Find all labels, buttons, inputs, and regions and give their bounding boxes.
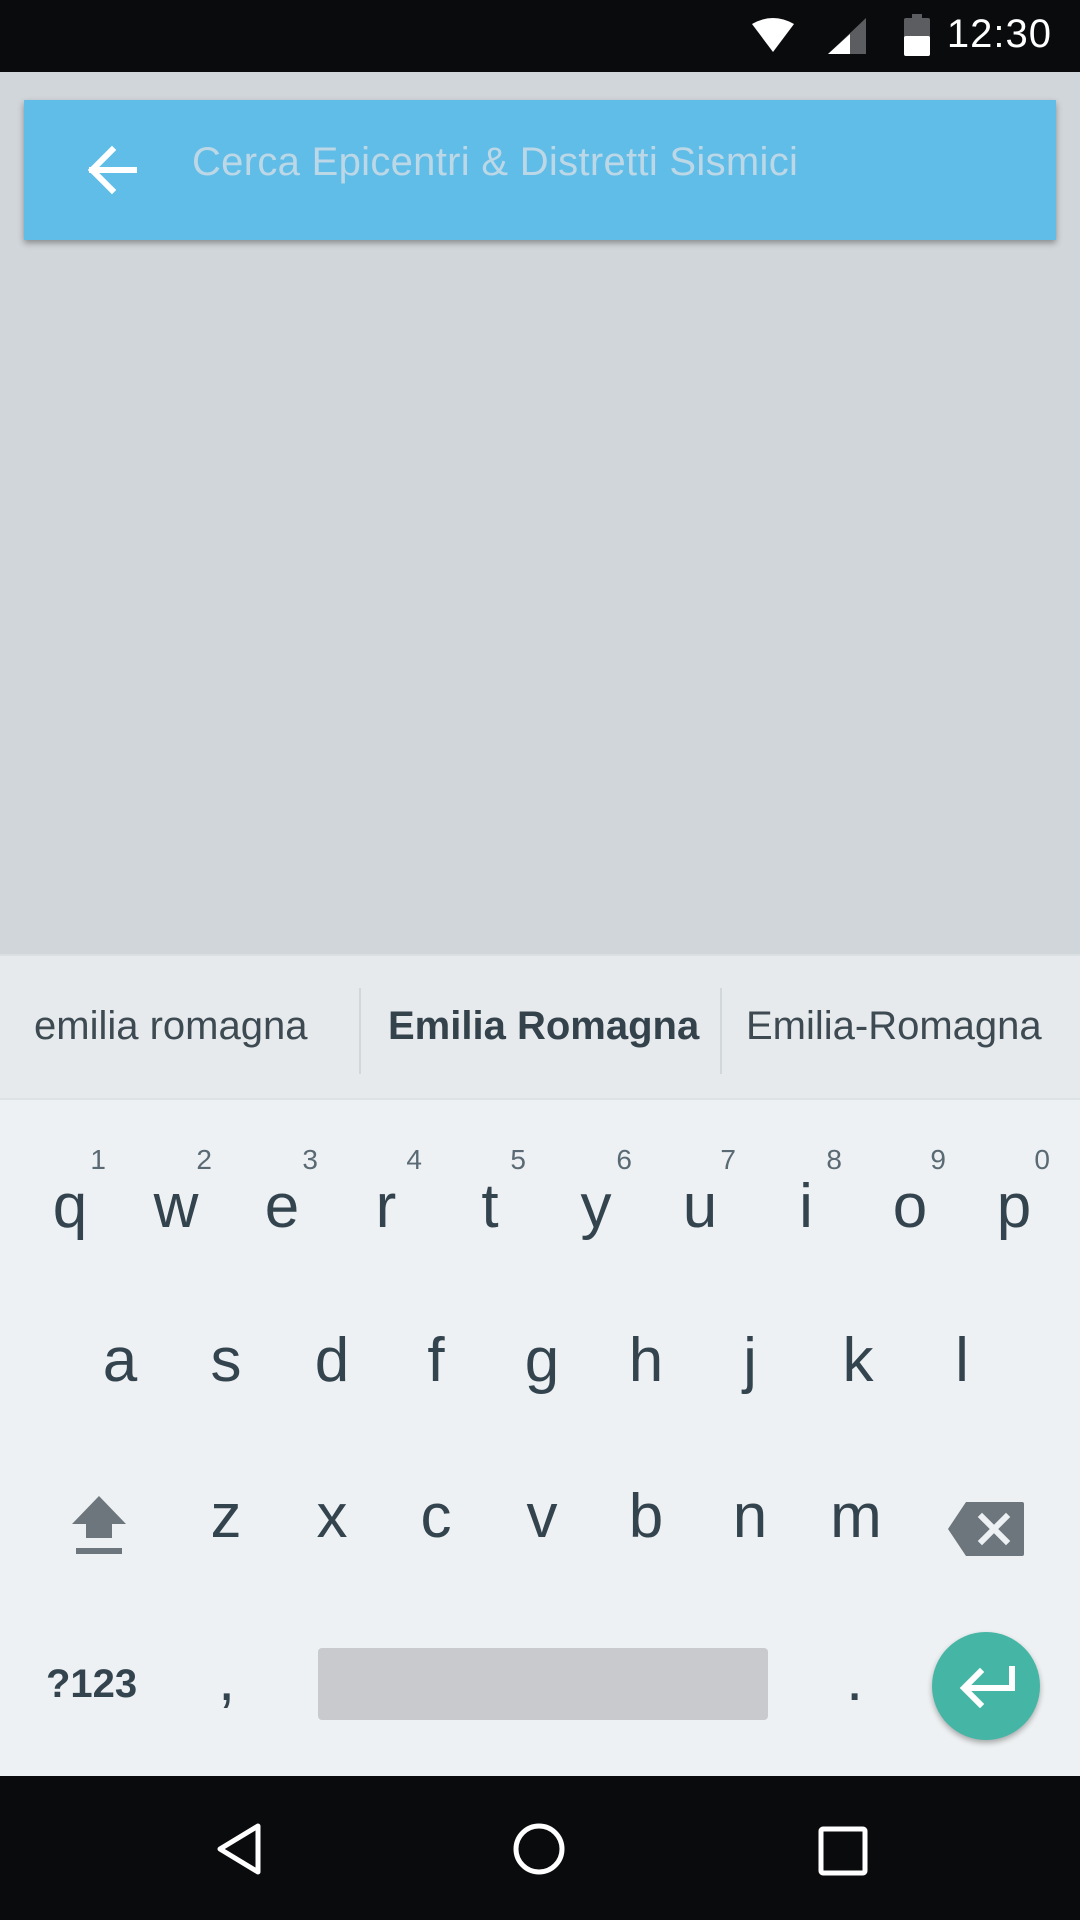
- divider: [720, 988, 722, 1074]
- soft-keyboard: emilia romagna Emilia Romagna Emilia-Rom…: [0, 954, 1080, 1776]
- key-b[interactable]: b: [596, 1464, 696, 1584]
- key-e[interactable]: 3 e: [232, 1146, 332, 1274]
- key-label: i: [799, 1172, 813, 1241]
- search-input[interactable]: Cerca Epicentri & Distretti Sismici: [192, 140, 798, 185]
- key-label: r: [375, 1172, 397, 1241]
- key-label: j: [743, 1326, 757, 1395]
- key-label: d: [314, 1326, 350, 1395]
- shift-icon[interactable]: [70, 1494, 128, 1556]
- key-l[interactable]: l: [912, 1308, 1012, 1428]
- space-bar[interactable]: [318, 1648, 768, 1720]
- key-g[interactable]: g: [492, 1308, 592, 1428]
- key-label: n: [732, 1482, 768, 1551]
- wifi-icon: [752, 18, 794, 52]
- recents-square-icon[interactable]: [818, 1826, 868, 1876]
- key-w[interactable]: 2 w: [126, 1146, 226, 1274]
- key-z[interactable]: z: [176, 1464, 276, 1584]
- key-v[interactable]: v: [492, 1464, 592, 1584]
- key-c[interactable]: c: [386, 1464, 486, 1584]
- key-label: y: [580, 1172, 612, 1241]
- enter-button[interactable]: [932, 1632, 1040, 1740]
- search-bar: Cerca Epicentri & Distretti Sismici: [24, 100, 1056, 240]
- symbols-key[interactable]: ?123: [46, 1662, 137, 1707]
- key-label: s: [210, 1326, 242, 1395]
- key-q[interactable]: 1 q: [20, 1146, 120, 1274]
- arrow-back-icon[interactable]: [82, 140, 142, 200]
- key-label: q: [52, 1172, 88, 1241]
- key-o[interactable]: 9 o: [860, 1146, 960, 1274]
- comma-key[interactable]: ,: [218, 1644, 235, 1715]
- key-a[interactable]: a: [70, 1308, 170, 1428]
- key-x[interactable]: x: [282, 1464, 382, 1584]
- key-label: t: [481, 1172, 499, 1241]
- key-label: u: [682, 1172, 718, 1241]
- key-t[interactable]: 5 t: [440, 1146, 540, 1274]
- key-h[interactable]: h: [596, 1308, 696, 1428]
- key-i[interactable]: 8 i: [756, 1146, 856, 1274]
- suggestion-item[interactable]: Emilia-Romagna: [746, 1004, 1042, 1049]
- key-s[interactable]: s: [176, 1308, 276, 1428]
- key-label: h: [628, 1326, 664, 1395]
- key-hint: 4: [406, 1144, 422, 1175]
- clock: 12:30: [946, 12, 1052, 56]
- enter-icon: [959, 1666, 1015, 1708]
- key-d[interactable]: d: [282, 1308, 382, 1428]
- key-label: z: [210, 1482, 242, 1551]
- key-hint: 9: [930, 1144, 946, 1175]
- suggestion-item[interactable]: Emilia Romagna: [388, 1004, 699, 1049]
- key-y[interactable]: 6 y: [546, 1146, 646, 1274]
- key-label: g: [524, 1326, 560, 1395]
- battery-icon: [904, 14, 930, 56]
- key-label: b: [628, 1482, 664, 1551]
- key-n[interactable]: n: [700, 1464, 800, 1584]
- key-label: a: [102, 1326, 138, 1395]
- key-p[interactable]: 0 p: [964, 1146, 1064, 1274]
- key-hint: 0: [1034, 1144, 1050, 1175]
- key-label: v: [526, 1482, 558, 1551]
- key-hint: 7: [720, 1144, 736, 1175]
- key-hint: 5: [510, 1144, 526, 1175]
- key-label: e: [264, 1172, 300, 1241]
- key-label: c: [420, 1482, 452, 1551]
- navigation-bar: [0, 1776, 1080, 1920]
- cell-signal-icon: [828, 18, 866, 54]
- key-label: l: [955, 1326, 969, 1395]
- key-u[interactable]: 7 u: [650, 1146, 750, 1274]
- suggestion-item[interactable]: emilia romagna: [34, 1004, 307, 1049]
- key-m[interactable]: m: [806, 1464, 906, 1584]
- screen: 12:30 Cerca Epicentri & Distretti Sismic…: [0, 0, 1080, 1920]
- key-hint: 8: [826, 1144, 842, 1175]
- backspace-icon[interactable]: [948, 1502, 1024, 1556]
- key-label: k: [842, 1326, 874, 1395]
- back-triangle-icon[interactable]: [214, 1822, 264, 1876]
- key-hint: 6: [616, 1144, 632, 1175]
- home-circle-icon[interactable]: [512, 1822, 566, 1876]
- key-label: w: [153, 1172, 199, 1241]
- period-key[interactable]: .: [846, 1644, 863, 1715]
- key-r[interactable]: 4 r: [336, 1146, 436, 1274]
- key-label: x: [316, 1482, 348, 1551]
- divider: [359, 988, 361, 1074]
- key-label: m: [830, 1482, 882, 1551]
- status-bar: 12:30: [0, 0, 1080, 72]
- key-hint: 3: [302, 1144, 318, 1175]
- key-k[interactable]: k: [808, 1308, 908, 1428]
- key-f[interactable]: f: [386, 1308, 486, 1428]
- key-hint: 1: [90, 1144, 106, 1175]
- key-label: o: [892, 1172, 928, 1241]
- suggestion-strip: emilia romagna Emilia Romagna Emilia-Rom…: [0, 954, 1080, 1100]
- key-label: p: [996, 1172, 1032, 1241]
- key-hint: 2: [196, 1144, 212, 1175]
- key-j[interactable]: j: [700, 1308, 800, 1428]
- key-label: f: [427, 1326, 445, 1395]
